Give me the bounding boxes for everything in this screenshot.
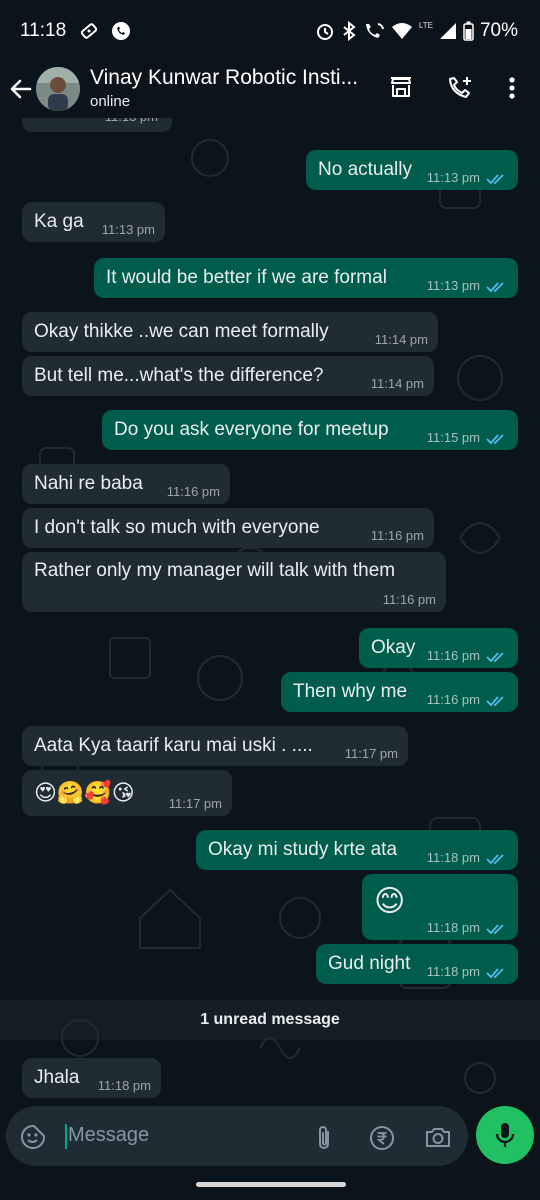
message-text: Ka ga [34, 211, 84, 232]
read-receipt-icon [486, 924, 504, 935]
contact-status: online [90, 93, 131, 110]
chat-header: Vinay Kunwar Robotic Insti... online [0, 62, 540, 118]
payment-rupee-icon[interactable] [368, 1124, 396, 1152]
message-time: 11:13 pm [101, 222, 155, 237]
message-bubble-incoming[interactable]: I don't talk so much with everyone 11:16… [22, 508, 434, 548]
battery-icon [463, 21, 474, 41]
message-bubble-outgoing[interactable]: 😊 11:18 pm [362, 874, 518, 940]
message-bubble-outgoing[interactable]: Then why me 11:16 pm [281, 672, 518, 712]
message-text: 😍🤗🥰😘 [34, 780, 135, 805]
signal-icon [439, 23, 456, 39]
message-bubble-incoming[interactable]: Nahi re baba 11:16 pm [22, 464, 230, 504]
message-bubble-incoming[interactable]: 11:13 pm [22, 118, 172, 132]
wifi-call-icon [365, 23, 384, 38]
store-icon[interactable] [388, 74, 414, 100]
message-text: Aata Kya taarif karu mai uski . .... [34, 735, 313, 756]
message-time: 11:16 pm [166, 484, 220, 499]
status-bar: 11:18 LTE 70% [0, 0, 540, 62]
message-text: Nahi re baba [34, 473, 143, 494]
message-time: 11:13 pm [426, 170, 480, 185]
message-time: 11:14 pm [374, 332, 428, 347]
message-time: 11:16 pm [382, 592, 436, 607]
message-time: 11:13 pm [426, 278, 480, 293]
message-bubble-outgoing[interactable]: It would be better if we are formal 11:1… [94, 258, 518, 298]
message-time: 11:15 pm [426, 430, 480, 445]
message-text: I don't talk so much with everyone [34, 517, 320, 538]
read-receipt-icon [486, 282, 504, 293]
system-navigation-bar [0, 1168, 540, 1200]
message-bubble-outgoing[interactable]: Gud night 11:18 pm [316, 944, 518, 984]
wifi-icon [391, 23, 412, 39]
voice-message-button[interactable] [476, 1106, 534, 1164]
message-time: 11:16 pm [370, 528, 424, 543]
message-input-field[interactable]: Message [6, 1106, 468, 1166]
message-text: Okay mi study krte ata [208, 839, 398, 860]
message-bubble-incoming[interactable]: Ka ga 11:13 pm [22, 202, 165, 242]
attach-icon[interactable] [312, 1124, 336, 1152]
message-time: 11:18 pm [426, 850, 480, 865]
message-text: 😊 [374, 885, 406, 918]
message-bubble-outgoing[interactable]: Okay 11:16 pm [359, 628, 518, 668]
message-time: 11:18 pm [426, 964, 480, 979]
message-time: 11:16 pm [426, 692, 480, 707]
microphone-icon [495, 1123, 515, 1147]
avatar[interactable] [36, 67, 80, 111]
message-text: No actually [318, 159, 412, 180]
add-call-icon[interactable] [446, 74, 474, 102]
message-bubble-incoming[interactable]: But tell me...what's the difference? 11:… [22, 356, 434, 396]
message-bubble-incoming[interactable]: 😍🤗🥰😘 11:17 pm [22, 770, 232, 816]
read-receipt-icon [486, 696, 504, 707]
message-time: 11:17 pm [344, 746, 398, 761]
message-text: It would be better if we are formal [106, 267, 387, 288]
message-text: Jhala [34, 1067, 80, 1088]
message-time: 11:18 pm [426, 920, 480, 935]
message-time: 11:17 pm [168, 796, 222, 811]
message-time: 11:14 pm [370, 376, 424, 391]
message-bubble-outgoing[interactable]: Do you ask everyone for meetup 11:15 pm [102, 410, 518, 450]
home-gesture-handle[interactable] [196, 1182, 346, 1187]
status-time: 11:18 [20, 20, 67, 41]
message-text: Do you ask everyone for meetup [114, 419, 389, 440]
camera-icon[interactable] [424, 1124, 452, 1150]
message-bubble-outgoing[interactable]: Okay mi study krte ata 11:18 pm [196, 830, 518, 870]
network-type: LTE [418, 20, 433, 30]
message-list[interactable]: 11:13 pm No actually 11:13 pm Ka ga 11:1… [0, 118, 540, 1104]
read-receipt-icon [486, 854, 504, 865]
message-text: Rather only my manager will talk with th… [34, 560, 396, 581]
read-receipt-icon [486, 434, 504, 445]
message-time: 11:16 pm [426, 648, 480, 663]
contact-name[interactable]: Vinay Kunwar Robotic Insti... [90, 66, 358, 90]
alarm-icon [316, 24, 333, 40]
message-text: Then why me [293, 681, 408, 702]
sticker-icon[interactable] [20, 1124, 46, 1150]
read-receipt-icon [486, 652, 504, 663]
message-text: Gud night [328, 953, 411, 974]
message-bubble-incoming[interactable]: Jhala 11:18 pm [22, 1058, 161, 1098]
message-bubble-incoming[interactable]: Rather only my manager will talk with th… [22, 552, 446, 612]
message-text: Okay thikke ..we can meet formally [34, 321, 329, 342]
read-receipt-icon [486, 174, 504, 185]
whatsapp-icon [112, 22, 130, 40]
message-bubble-incoming[interactable]: Okay thikke ..we can meet formally 11:14… [22, 312, 438, 352]
message-input[interactable]: Message [68, 1124, 149, 1147]
composer: Message [0, 1104, 540, 1168]
message-text: Okay [371, 637, 416, 658]
battery-level: 70% [479, 20, 518, 41]
read-receipt-icon [486, 968, 504, 979]
back-arrow-icon[interactable] [8, 76, 34, 102]
message-text: But tell me...what's the difference? [34, 365, 324, 386]
message-time: 11:18 pm [97, 1078, 151, 1093]
tag-icon [80, 23, 98, 39]
bluetooth-icon [343, 21, 356, 41]
more-vert-icon[interactable] [500, 74, 524, 102]
message-bubble-outgoing[interactable]: No actually 11:13 pm [306, 150, 518, 190]
unread-messages-divider: 1 unread message [0, 1000, 540, 1040]
message-bubble-incoming[interactable]: Aata Kya taarif karu mai uski . .... 11:… [22, 726, 408, 766]
